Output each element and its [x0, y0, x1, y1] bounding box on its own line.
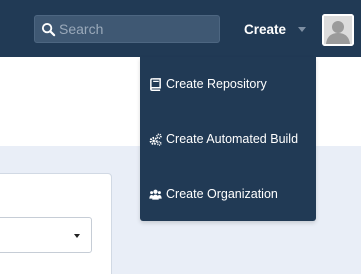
menu-item-create-repository[interactable]: Create Repository: [140, 57, 316, 111]
user-avatar[interactable]: [322, 14, 354, 46]
menu-item-label: Create Automated Build: [166, 132, 299, 146]
create-dropdown-menu: Create Repository Create Automated Build: [140, 57, 316, 221]
caret-down-icon: [74, 234, 80, 238]
book-icon: [149, 77, 162, 91]
search-box[interactable]: [34, 15, 220, 43]
top-navigation-bar: Create: [0, 0, 361, 57]
cogs-icon: [149, 132, 162, 146]
select-dropdown[interactable]: [0, 217, 92, 253]
menu-item-create-organization[interactable]: Create Organization: [140, 167, 316, 221]
users-icon: [149, 188, 162, 201]
caret-down-icon: [298, 26, 307, 32]
search-input[interactable]: [59, 16, 217, 42]
menu-item-label: Create Organization: [166, 187, 278, 201]
create-label: Create: [244, 21, 287, 37]
menu-item-create-automated-build[interactable]: Create Automated Build: [140, 112, 316, 166]
menu-item-label: Create Repository: [166, 77, 267, 91]
search-icon: [41, 22, 56, 37]
create-dropdown-toggle[interactable]: Create: [244, 19, 307, 39]
